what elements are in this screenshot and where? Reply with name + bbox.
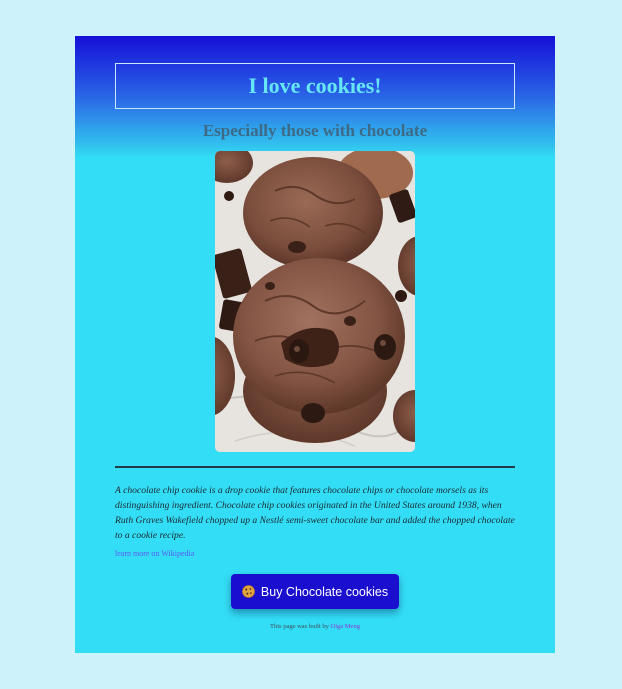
buy-chocolate-cookies-button[interactable]: Buy Chocolate cookies xyxy=(231,574,399,609)
page-footer: This page was built by Olga Meng xyxy=(75,623,555,630)
cookie-icon xyxy=(242,585,255,598)
wikipedia-link[interactable]: learn more on Wikipedia xyxy=(115,549,194,558)
page-subtitle: Especially those with chocolate xyxy=(202,121,428,140)
cookie-photo xyxy=(215,151,415,452)
cookie-description: A chocolate chip cookie is a drop cookie… xyxy=(115,485,515,541)
content-card: I love cookies! Especially those with ch… xyxy=(75,36,555,653)
page-title: I love cookies! xyxy=(248,73,382,98)
buy-button-label: Buy Chocolate cookies xyxy=(260,584,389,599)
section-divider xyxy=(115,466,515,468)
author-link[interactable]: Olga Meng xyxy=(331,623,360,630)
footer-credit-text: This page was built by xyxy=(270,623,329,630)
title-box: I love cookies! xyxy=(115,63,515,109)
